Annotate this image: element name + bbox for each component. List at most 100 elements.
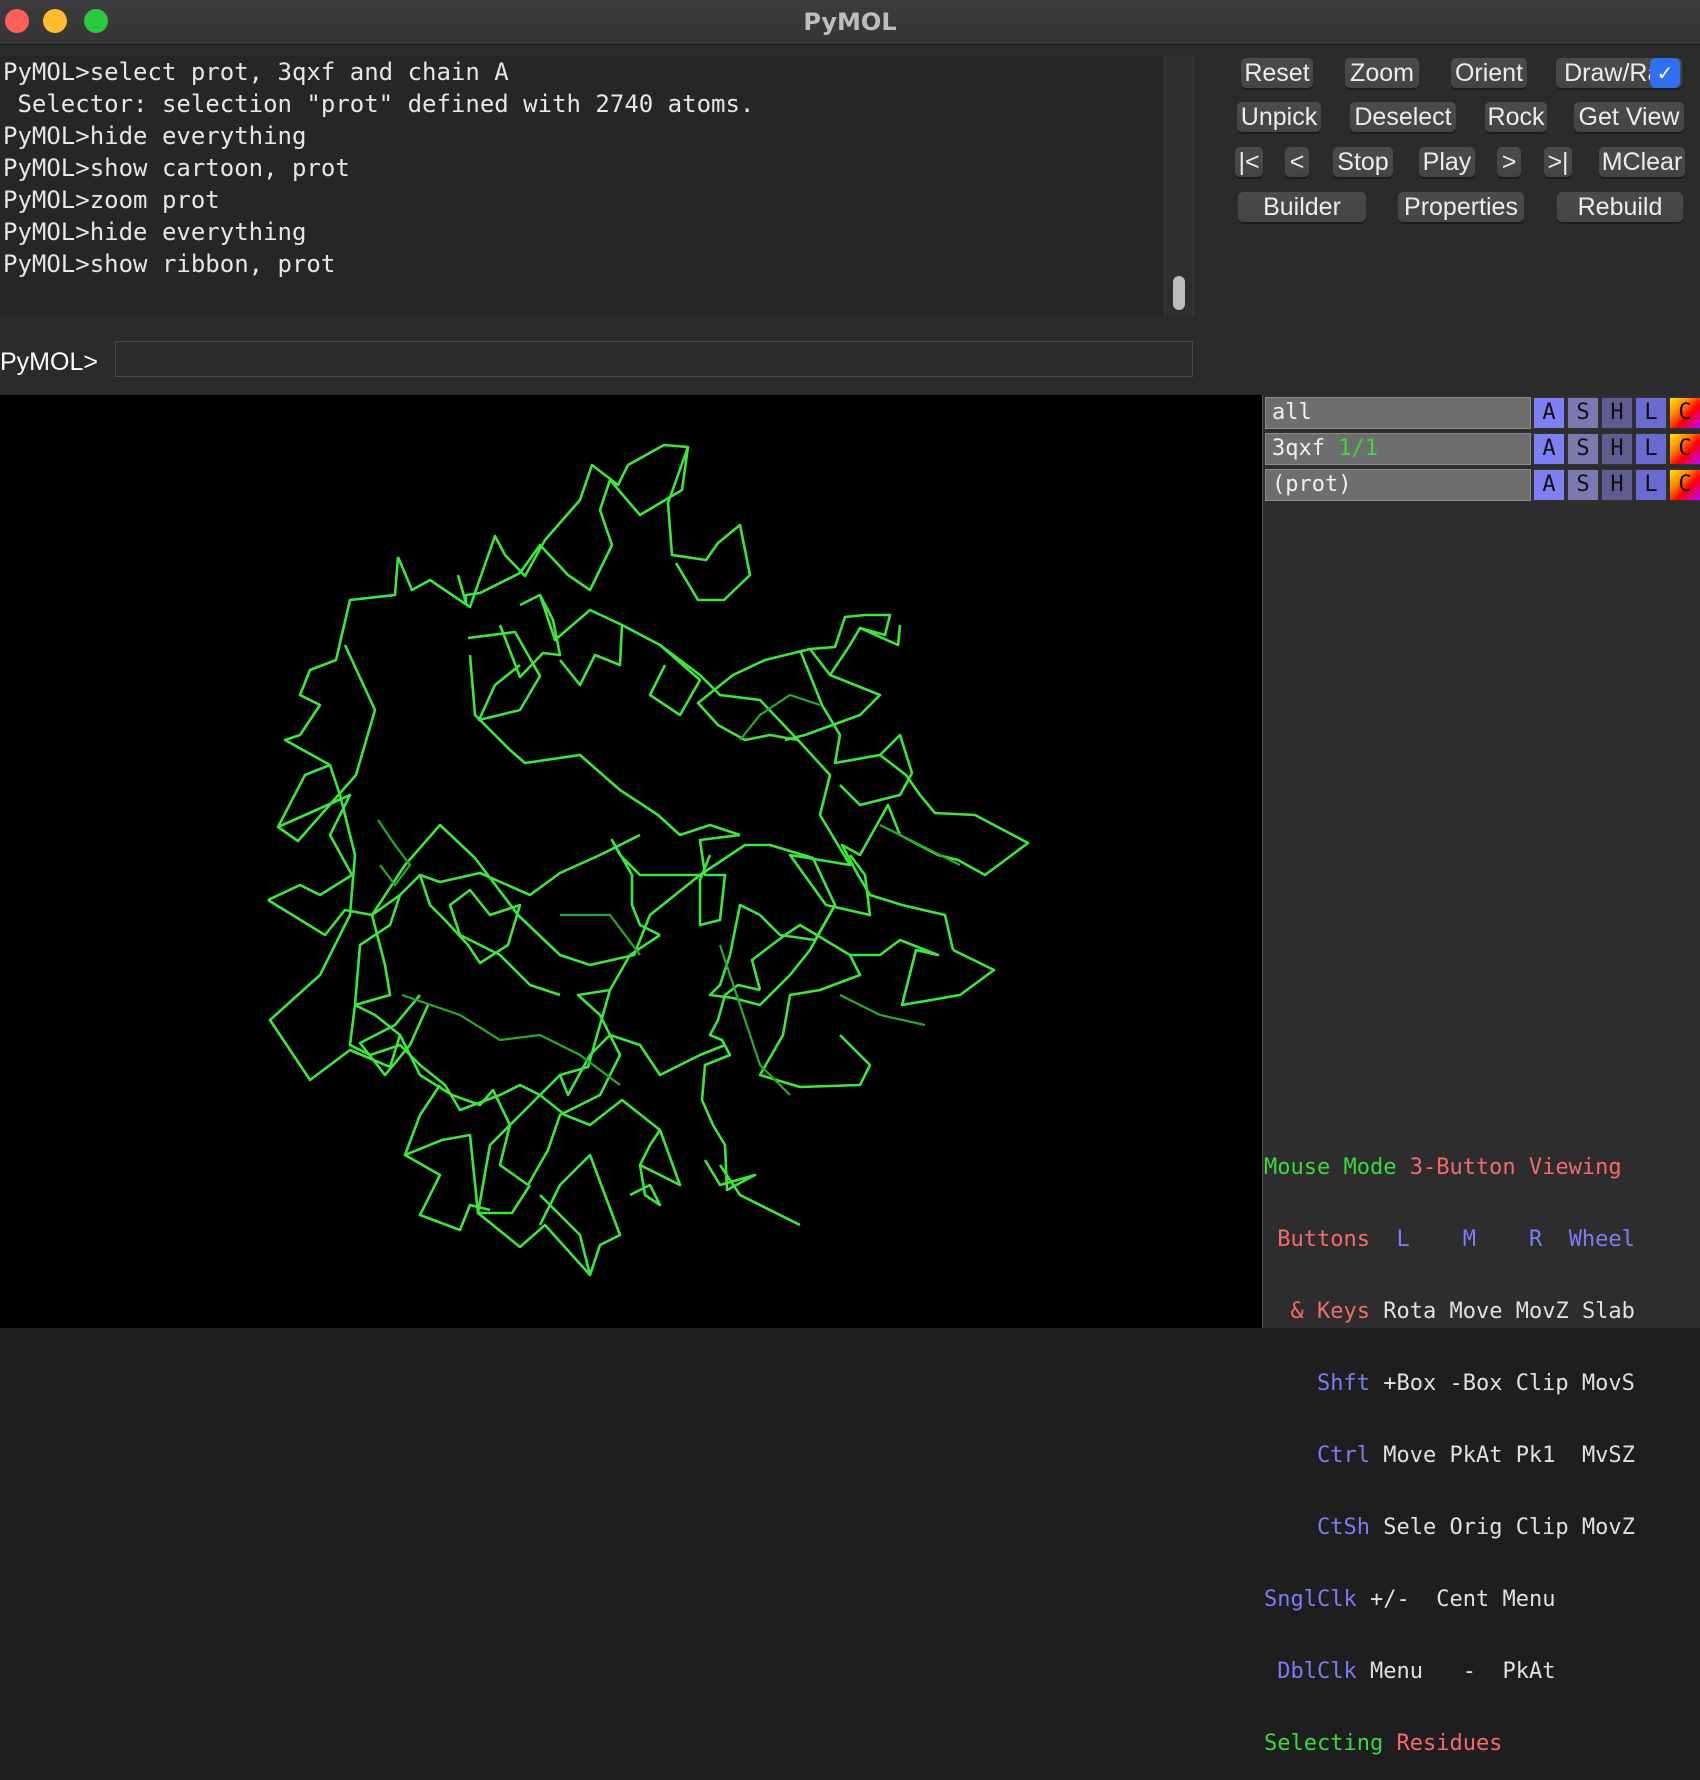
console-line: Selector: selection "prot" defined with … [3, 90, 755, 118]
binding: PkAt [1502, 1659, 1556, 1684]
binding: MovS [1581, 1371, 1635, 1396]
object-row-all[interactable]: all A S H L C [1265, 397, 1700, 429]
object-name[interactable]: (prot) [1265, 469, 1531, 501]
binding: MovZ [1515, 1299, 1569, 1324]
stop-button[interactable]: Stop [1333, 147, 1393, 177]
binding: MvSZ [1581, 1443, 1635, 1468]
console-output: PyMOL>select prot, 3qxf and chain A Sele… [0, 56, 1194, 316]
rock-button[interactable]: Rock [1485, 102, 1547, 132]
hide-button[interactable]: H [1601, 469, 1633, 501]
hide-button[interactable]: H [1601, 397, 1633, 429]
binding: +Box [1383, 1371, 1437, 1396]
command-input[interactable] [115, 341, 1193, 377]
object-state: 1/1 [1338, 436, 1378, 461]
mouse-mode-legend[interactable]: Mouse Mode 3-Button Viewing Buttons L M … [1264, 1108, 1700, 1780]
play-button[interactable]: Play [1419, 147, 1475, 177]
zoom-button[interactable]: Zoom [1345, 58, 1419, 88]
label-button[interactable]: L [1635, 469, 1667, 501]
console-line: PyMOL>hide everything [3, 122, 307, 150]
console-lines: PyMOL>select prot, 3qxf and chain A Sele… [3, 56, 1153, 280]
console-scrollbar[interactable] [1164, 56, 1193, 316]
builder-button[interactable]: Builder [1238, 192, 1366, 222]
color-button[interactable]: C [1669, 469, 1700, 501]
mouse-mode-label: Mouse Mode [1264, 1155, 1397, 1180]
binding: +/- [1369, 1587, 1410, 1612]
keys-label: & Keys [1290, 1299, 1370, 1324]
action-button[interactable]: A [1533, 469, 1565, 501]
col-m: M [1462, 1227, 1476, 1252]
buttons-label: Buttons [1277, 1227, 1370, 1252]
ribbon-trace [267, 443, 1030, 1277]
molecule-viewport[interactable] [0, 395, 1262, 1328]
object-name-label: all [1272, 400, 1312, 425]
object-name[interactable]: all [1265, 397, 1531, 429]
selecting-value: Residues [1396, 1731, 1503, 1756]
binding: Slab [1581, 1299, 1635, 1324]
binding: Move [1449, 1299, 1503, 1324]
color-button[interactable]: C [1669, 433, 1700, 465]
back-button[interactable]: < [1285, 147, 1309, 177]
console-line: PyMOL>hide everything [3, 218, 307, 246]
reset-button[interactable]: Reset [1241, 58, 1313, 88]
col-l: L [1396, 1227, 1410, 1252]
binding: Move [1383, 1443, 1437, 1468]
binding: - [1462, 1659, 1476, 1684]
binding: Cent [1436, 1587, 1490, 1612]
console-scroll-thumb[interactable] [1173, 276, 1185, 310]
forward-button[interactable]: > [1497, 147, 1521, 177]
binding: Sele [1383, 1515, 1437, 1540]
command-prompt: PyMOL> [0, 348, 98, 376]
col-wheel: Wheel [1568, 1227, 1635, 1252]
mclear-button[interactable]: MClear [1599, 147, 1685, 177]
protein-ribbon [267, 443, 1030, 1277]
title-bar: PyMOL [0, 0, 1700, 45]
binding: Orig [1449, 1515, 1503, 1540]
object-name-label: (prot) [1272, 472, 1352, 497]
unpick-button[interactable]: Unpick [1237, 102, 1321, 132]
color-button[interactable]: C [1669, 397, 1700, 429]
check-icon: ✓ [1656, 61, 1674, 85]
console-line: PyMOL>show cartoon, prot [3, 154, 350, 182]
ctsh-label: CtSh [1316, 1515, 1370, 1540]
console-line: PyMOL>zoom prot [3, 186, 220, 214]
draw-ray-checkbox[interactable]: ✓ [1650, 58, 1680, 88]
control-area: PyMOL>select prot, 3qxf and chain A Sele… [0, 45, 1700, 395]
binding: Menu [1502, 1587, 1556, 1612]
action-button[interactable]: A [1533, 397, 1565, 429]
action-button[interactable]: A [1533, 433, 1565, 465]
show-button[interactable]: S [1567, 397, 1599, 429]
object-name[interactable]: 3qxf 1/1 [1265, 433, 1531, 465]
hide-button[interactable]: H [1601, 433, 1633, 465]
ctrl-label: Ctrl [1316, 1443, 1370, 1468]
col-r: R [1528, 1227, 1543, 1252]
properties-button[interactable]: Properties [1398, 192, 1524, 222]
rebuild-button[interactable]: Rebuild [1557, 192, 1683, 222]
label-button[interactable]: L [1635, 433, 1667, 465]
orient-button[interactable]: Orient [1451, 58, 1527, 88]
binding: Rota [1383, 1299, 1437, 1324]
object-name-label: 3qxf [1272, 436, 1325, 461]
end-button[interactable]: >| [1544, 147, 1572, 177]
object-row-3qxf[interactable]: 3qxf 1/1 A S H L C [1265, 433, 1700, 465]
binding: Clip [1515, 1371, 1569, 1396]
snglclk-label: SnglClk [1264, 1587, 1357, 1612]
mouse-mode-value: 3-Button Viewing [1409, 1155, 1622, 1180]
console-line: PyMOL>select prot, 3qxf and chain A [3, 58, 509, 86]
binding: PkAt [1449, 1443, 1503, 1468]
window-title: PyMOL [803, 8, 897, 36]
label-button[interactable]: L [1635, 397, 1667, 429]
dblclk-label: DblClk [1277, 1659, 1357, 1684]
binding: MovZ [1581, 1515, 1635, 1540]
console-line: PyMOL>show ribbon, prot [3, 250, 336, 278]
rewind-button[interactable]: |< [1235, 147, 1263, 177]
get-view-button[interactable]: Get View [1574, 102, 1684, 132]
show-button[interactable]: S [1567, 433, 1599, 465]
binding: Clip [1515, 1515, 1569, 1540]
selecting-label: Selecting [1264, 1731, 1384, 1756]
binding: Menu [1369, 1659, 1423, 1684]
binding: -Box [1449, 1371, 1503, 1396]
shft-label: Shft [1316, 1371, 1370, 1396]
deselect-button[interactable]: Deselect [1350, 102, 1456, 132]
show-button[interactable]: S [1567, 469, 1599, 501]
object-row-prot[interactable]: (prot) A S H L C [1265, 469, 1700, 501]
